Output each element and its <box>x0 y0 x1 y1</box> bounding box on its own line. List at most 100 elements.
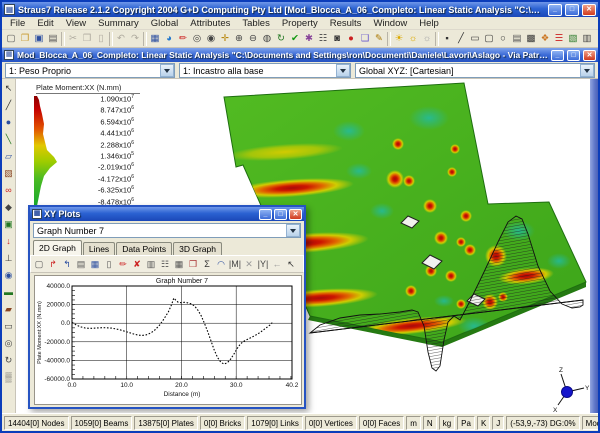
edit-graph-icon[interactable]: ✏ <box>116 257 130 272</box>
zoom-extents-icon[interactable]: ◉ <box>204 31 218 46</box>
menu-file[interactable]: File <box>4 18 31 29</box>
point-tool-icon[interactable]: ▪ <box>440 31 454 46</box>
light-bright-icon[interactable]: ☀ <box>392 31 406 46</box>
dialog-maximize-button[interactable]: □ <box>274 209 287 220</box>
multiply-icon[interactable]: ✕ <box>242 257 256 272</box>
dynamic-zoom-icon[interactable]: ◍ <box>260 31 274 46</box>
chevron-down-icon[interactable] <box>336 64 350 77</box>
palette-icon[interactable]: ❖ <box>538 31 552 46</box>
close-button[interactable]: ✕ <box>582 4 596 16</box>
restraint-icon[interactable]: ⊥ <box>3 250 15 267</box>
image-icon[interactable]: ▩ <box>524 31 538 46</box>
face-entity-icon[interactable]: ▣ <box>3 216 15 233</box>
probe-icon[interactable]: ↖ <box>284 257 298 272</box>
new-graph-icon[interactable]: ▢ <box>32 257 46 272</box>
draw-tool-icon[interactable]: ✏ <box>176 31 190 46</box>
light-mid-icon[interactable]: ☼ <box>406 31 420 46</box>
chevron-down-icon[interactable] <box>286 224 300 237</box>
zoom-tool-icon[interactable]: ◎ <box>3 335 15 352</box>
record-icon[interactable]: ● <box>344 31 358 46</box>
zoom-select-icon[interactable]: ◎ <box>190 31 204 46</box>
tab-data-points[interactable]: Data Points <box>116 242 172 255</box>
rgb-icon[interactable]: ☰ <box>552 31 566 46</box>
chevron-down-icon[interactable] <box>580 64 594 77</box>
menu-tables[interactable]: Tables <box>236 18 275 29</box>
cut-icon[interactable]: ✂ <box>66 31 80 46</box>
save-icon[interactable]: ▣ <box>32 31 46 46</box>
abs-max-icon[interactable]: |M| <box>228 257 242 272</box>
load-case-icon[interactable]: ↓ <box>3 233 15 250</box>
child-maximize-button[interactable]: □ <box>567 50 580 61</box>
rotate-tool-icon[interactable]: ↻ <box>3 352 15 369</box>
abs-y-icon[interactable]: |Y| <box>256 257 270 272</box>
brick-entity-icon[interactable]: ▧ <box>3 165 15 182</box>
hide-show-icon[interactable]: ▒ <box>3 369 15 386</box>
rounded-rect-tool-icon[interactable]: ▢ <box>482 31 496 46</box>
tab-3d-graph[interactable]: 3D Graph <box>173 242 222 255</box>
page-setup-icon[interactable]: ▤ <box>510 31 524 46</box>
table-icon[interactable]: ▥ <box>580 31 594 46</box>
annotate-icon[interactable]: ✎ <box>372 31 386 46</box>
child-titlebar[interactable]: ▦ Mod_Blocca_A_06_Completo: Linear Stati… <box>2 48 598 62</box>
entity-display-icon[interactable]: ▦ <box>148 31 162 46</box>
child-close-button[interactable]: ✕ <box>583 50 596 61</box>
circle-tool-icon[interactable]: ○ <box>496 31 510 46</box>
menu-window[interactable]: Window <box>367 18 413 29</box>
menu-edit[interactable]: Edit <box>31 18 59 29</box>
data-table-icon[interactable]: ☷ <box>158 257 172 272</box>
line-draw-icon[interactable]: ╱ <box>3 97 15 114</box>
node-entity-icon[interactable]: ● <box>3 114 15 131</box>
dynamic-rotate-icon[interactable]: ↻ <box>274 31 288 46</box>
menu-help[interactable]: Help <box>413 18 445 29</box>
menu-property[interactable]: Property <box>276 18 324 29</box>
redo-icon[interactable]: ↷ <box>128 31 142 46</box>
freedom-case-combo[interactable]: 1: Incastro alla base <box>179 63 351 78</box>
peak-dome-icon[interactable]: ◠ <box>214 257 228 272</box>
print-graph-icon[interactable]: ▤ <box>74 257 88 272</box>
plate-attr-icon[interactable]: ▰ <box>3 301 15 318</box>
spreadsheet-icon[interactable]: ▦ <box>172 257 186 272</box>
arrow-left-icon[interactable]: ← <box>270 257 284 272</box>
model-box-icon[interactable]: ▧ <box>566 31 580 46</box>
main-titlebar[interactable]: ▦ Straus7 Release 2.1.2 Copyright 2004 G… <box>2 2 598 17</box>
dialog-close-button[interactable]: ✕ <box>289 209 302 220</box>
page-view-icon[interactable]: ▯ <box>102 257 116 272</box>
menu-view[interactable]: View <box>60 18 92 29</box>
tab-2d-graph[interactable]: 2D Graph <box>33 240 82 255</box>
menu-summary[interactable]: Summary <box>92 18 145 29</box>
export-file-icon[interactable]: ❒ <box>186 257 200 272</box>
maximize-button[interactable]: □ <box>565 4 579 16</box>
menu-global[interactable]: Global <box>145 18 184 29</box>
graph-number-combo[interactable]: Graph Number 7 <box>33 223 301 238</box>
grid-view-icon[interactable]: ▦ <box>88 257 102 272</box>
child-minimize-button[interactable]: _ <box>551 50 564 61</box>
select-all-icon[interactable]: ▭ <box>3 318 15 335</box>
beam-attr-icon[interactable]: ▬ <box>3 284 15 301</box>
link-entity-icon[interactable]: ∞ <box>3 182 15 199</box>
coordinate-system-combo[interactable]: Global XYZ: [Cartesian] <box>355 63 595 78</box>
copy-icon[interactable]: ❒ <box>80 31 94 46</box>
rect-tool-icon[interactable]: ▭ <box>468 31 482 46</box>
open-icon[interactable]: ❐ <box>18 31 32 46</box>
refresh-globe-icon[interactable]: ◕ <box>162 31 176 46</box>
print-icon[interactable]: ▤ <box>46 31 60 46</box>
xy-plots-titlebar[interactable]: ▦ XY Plots _ □ ✕ <box>30 207 304 221</box>
beam-entity-icon[interactable]: ╲ <box>3 131 15 148</box>
copy-view-icon[interactable]: ❑ <box>358 31 372 46</box>
vertex-entity-icon[interactable]: ◆ <box>3 199 15 216</box>
import-graph-icon[interactable]: ↱ <box>46 257 60 272</box>
line-tool-icon[interactable]: ╱ <box>454 31 468 46</box>
camera-icon[interactable]: ◙ <box>330 31 344 46</box>
zoom-in-icon[interactable]: ⊕ <box>232 31 246 46</box>
paste-icon[interactable]: ▯ <box>94 31 108 46</box>
tab-lines[interactable]: Lines <box>83 242 115 255</box>
new-icon[interactable]: ▢ <box>4 31 18 46</box>
menu-attributes[interactable]: Attributes <box>184 18 236 29</box>
pan-icon[interactable]: ✛ <box>218 31 232 46</box>
grid-icon[interactable]: ☷ <box>316 31 330 46</box>
sum-icon[interactable]: Σ <box>200 257 214 272</box>
minimize-button[interactable]: _ <box>548 4 562 16</box>
select-pointer-icon[interactable]: ↖ <box>3 80 15 97</box>
load-case-combo[interactable]: 1: Peso Proprio <box>5 63 175 78</box>
node-attr-icon[interactable]: ◉ <box>3 267 15 284</box>
